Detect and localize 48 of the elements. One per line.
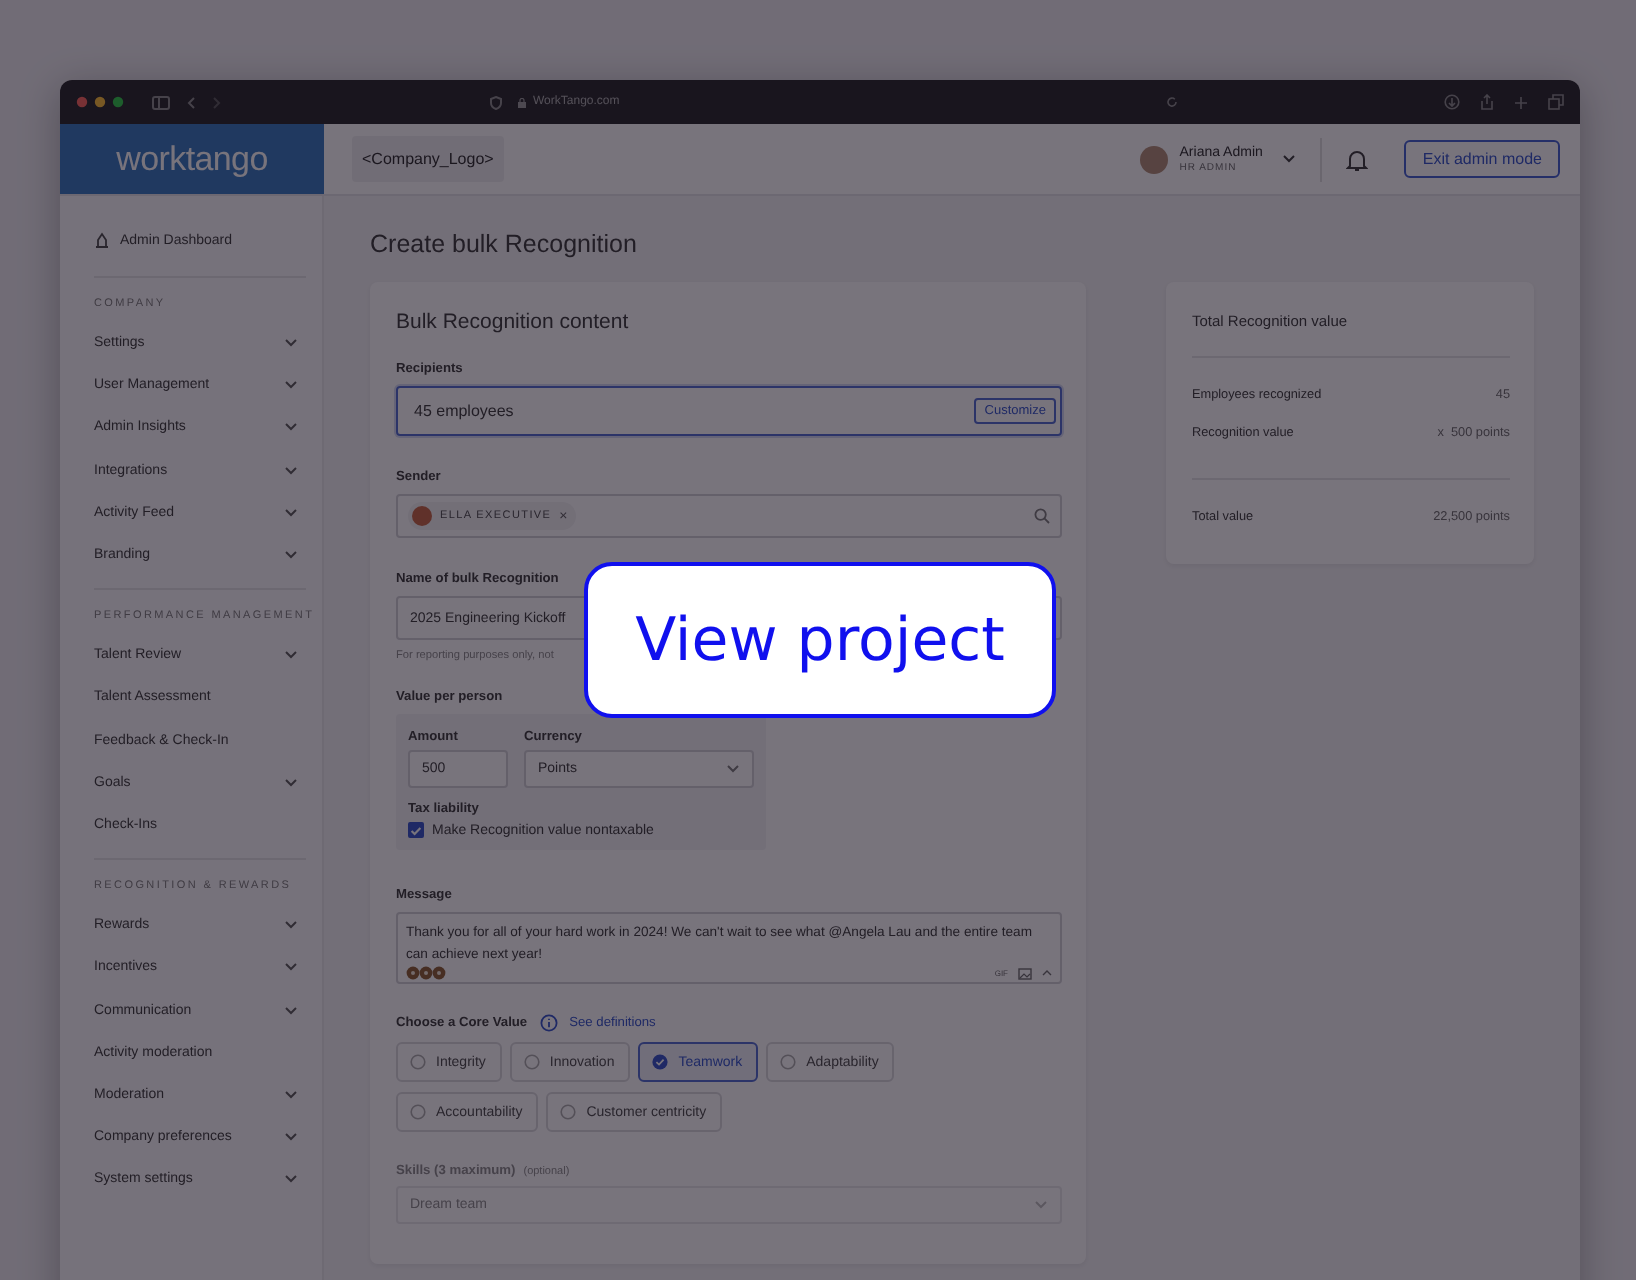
- company-logo-button[interactable]: <Company_Logo>: [352, 136, 504, 182]
- chevron-down-icon: [1034, 1200, 1048, 1210]
- chevron-down-icon: [284, 777, 298, 788]
- chevron-down-icon: [284, 550, 298, 561]
- back-icon: [186, 95, 196, 109]
- plus-icon: [1514, 95, 1528, 109]
- radio-checked-icon: [652, 1054, 669, 1070]
- chevron-down-icon: [284, 1174, 298, 1185]
- search-icon: [1034, 508, 1050, 524]
- chevron-down-icon: [284, 1005, 298, 1016]
- chevron-down-icon: [284, 338, 298, 349]
- chevron-down-icon: [284, 422, 298, 433]
- chevron-down-icon: [284, 920, 298, 931]
- radio-icon: [523, 1054, 540, 1070]
- chevron-down-icon: [284, 1132, 298, 1143]
- chevron-down-icon: [284, 380, 298, 391]
- radio-icon: [410, 1054, 426, 1070]
- chevron-down-icon: [1282, 154, 1297, 164]
- shield-icon: [489, 95, 501, 109]
- caret-up-icon: [1042, 970, 1052, 976]
- radio-icon: [780, 1054, 797, 1070]
- info-icon: [539, 1014, 558, 1032]
- donut-emoji-icon: [406, 966, 446, 980]
- download-icon: [1444, 94, 1460, 110]
- checkbox[interactable]: [408, 822, 424, 838]
- chevron-down-icon: [284, 962, 298, 973]
- tabs-icon: [1548, 94, 1564, 110]
- avatar: [1139, 145, 1168, 173]
- reload-icon: [1165, 96, 1177, 108]
- view-project-button[interactable]: View project: [584, 562, 1056, 718]
- avatar: [412, 506, 432, 526]
- exit-admin-button[interactable]: Exit admin mode: [1404, 140, 1560, 178]
- checkmark-icon: [410, 825, 422, 835]
- share-icon: [1480, 94, 1494, 110]
- chevron-down-icon: [284, 650, 298, 661]
- page-title: Create bulk Recognition: [370, 230, 639, 258]
- logo[interactable]: worktango: [60, 124, 324, 194]
- sidebar-icon: [152, 95, 170, 109]
- chevron-down-icon: [284, 465, 298, 476]
- chevron-down-icon: [284, 1089, 298, 1100]
- chevron-down-icon: [284, 507, 298, 518]
- image-icon: [1018, 967, 1032, 979]
- card-title: Bulk Recognition content: [396, 310, 631, 334]
- radio-icon: [560, 1104, 577, 1120]
- radio-icon: [410, 1104, 426, 1120]
- bell-icon: [1346, 147, 1369, 171]
- lock-icon: [517, 97, 525, 107]
- chevron-down-icon: [726, 764, 740, 774]
